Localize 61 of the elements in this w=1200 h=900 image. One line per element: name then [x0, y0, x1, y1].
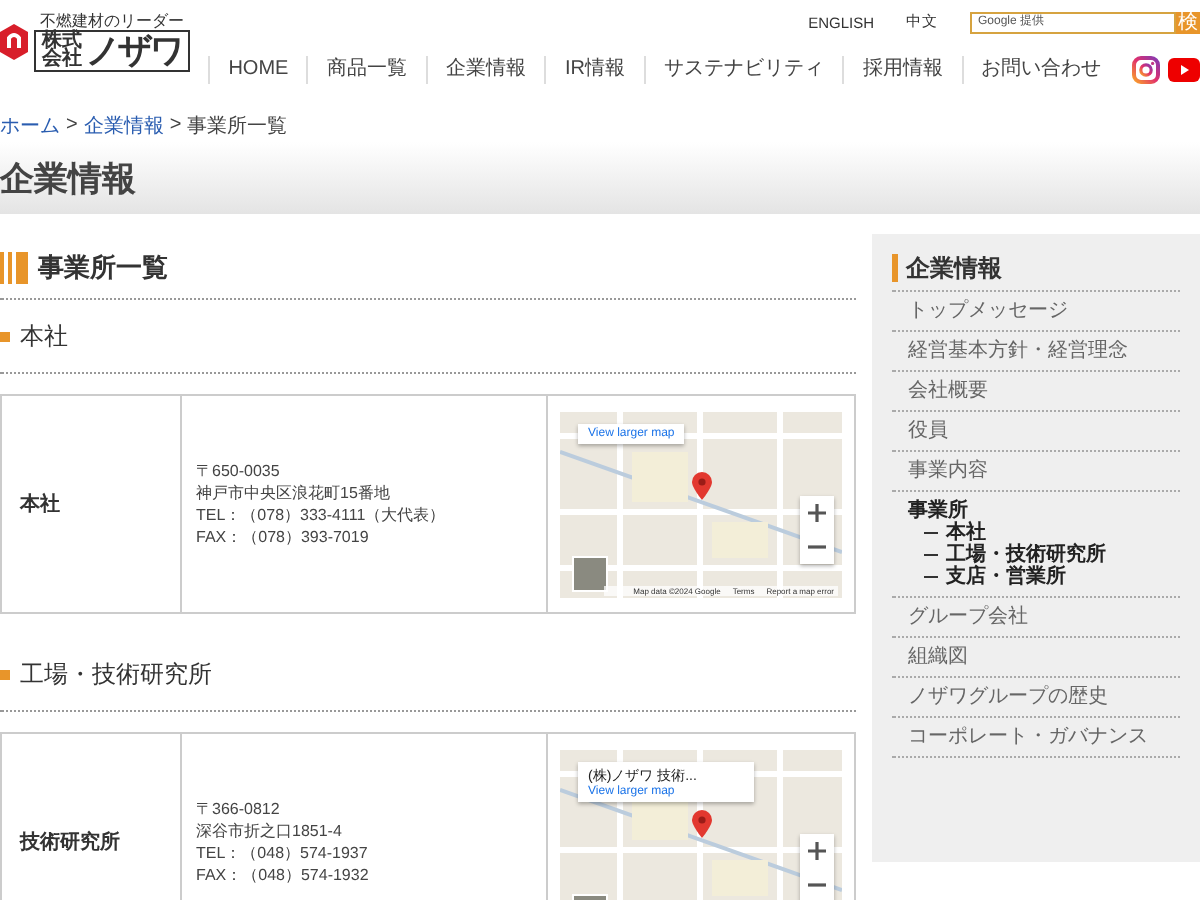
heading-bars-icon: [0, 252, 28, 284]
map-pin-icon: [692, 809, 712, 837]
nav-link[interactable]: IR情報: [544, 56, 644, 84]
play-icon[interactable]: [1167, 56, 1200, 84]
sidebar-link[interactable]: 役員: [908, 420, 1180, 442]
address-line: FAX：（048）574-1932: [196, 864, 369, 886]
sidebar-sublink[interactable]: 支店・営業所: [946, 566, 1066, 588]
sidebar-link[interactable]: 会社概要: [908, 380, 1180, 402]
sidebar-sublink[interactable]: 本社: [946, 522, 986, 544]
logo-mark-icon: [0, 24, 28, 60]
address-line: FAX：（078）393-7019: [196, 526, 371, 548]
nav-link[interactable]: HOME: [208, 56, 307, 84]
sidebar-title: 企業情報: [906, 251, 1002, 285]
square-bullet-icon: [0, 331, 10, 341]
title-bar-icon: [892, 254, 898, 282]
office-name: 技術研究所: [17, 829, 120, 856]
sidebar-link[interactable]: トップメッセージ: [908, 300, 1180, 322]
sidebar-link[interactable]: 事業所: [908, 500, 1180, 522]
address-line: 神戸市中央区浪花町15番地: [196, 482, 392, 504]
breadcrumb-link[interactable]: 企業情報: [83, 111, 164, 139]
page-title: 企業情報: [0, 157, 136, 201]
sidebar-link[interactable]: ノザワグループの歴史: [908, 686, 1180, 708]
logo-tagline: 不燃建材のリーダー: [40, 12, 184, 30]
sidebar-sublink[interactable]: 工場・技術研究所: [946, 544, 1106, 566]
breadcrumb-separator: >: [66, 114, 78, 136]
sidebar-link[interactable]: 経営基本方針・経営理念: [908, 340, 1180, 362]
subsection-heading: 本社: [20, 319, 68, 353]
nav-link[interactable]: お問い合わせ: [961, 56, 1120, 84]
plus-icon: [804, 837, 830, 863]
sidebar-link[interactable]: コーポレート・ガバナンス: [908, 726, 1180, 748]
plus-icon: [804, 499, 830, 525]
office-name: 本社: [17, 491, 60, 518]
sidebar-link[interactable]: 事業内容: [908, 460, 1180, 482]
camera-icon[interactable]: [1131, 56, 1160, 84]
breadcrumb-separator: >: [169, 114, 182, 136]
sidebar-link[interactable]: 組織図: [908, 646, 1180, 668]
address-line: TEL：（048）574-1937: [196, 842, 369, 864]
dash-icon: [924, 553, 938, 557]
address-line: 〒366-0812: [196, 798, 282, 820]
breadcrumb-link[interactable]: ホーム: [0, 111, 60, 139]
subsection-heading: 工場・技術研究所: [20, 657, 212, 691]
dash-icon: [924, 531, 938, 535]
breadcrumb-current: 事業所一覧: [187, 113, 288, 139]
square-bullet-icon: [0, 669, 10, 679]
zoom-out-button[interactable]: [800, 867, 834, 900]
zoom-out-button[interactable]: [800, 529, 834, 563]
satellite-thumbnail[interactable]: [572, 555, 608, 591]
zoom-in-button[interactable]: [800, 833, 834, 867]
section-heading: 事業所一覧: [38, 250, 168, 286]
address-line: 〒650-0035: [196, 460, 282, 482]
sidebar-link[interactable]: グループ会社: [908, 606, 1180, 628]
map-pin-icon: [692, 471, 712, 499]
nav-link[interactable]: サステナビリティ: [643, 56, 843, 84]
zoom-in-button[interactable]: [800, 495, 834, 529]
nav-link[interactable]: 採用情報: [842, 56, 962, 84]
dash-icon: [924, 575, 938, 579]
address-line: 深谷市折之口1851-4: [196, 820, 344, 842]
nav-link[interactable]: 企業情報: [425, 56, 545, 84]
nav-link[interactable]: 商品一覧: [306, 56, 426, 84]
logo-name: ノザワ: [86, 34, 182, 68]
address-line: TEL：（078）333-4111（大代表）: [196, 504, 446, 526]
